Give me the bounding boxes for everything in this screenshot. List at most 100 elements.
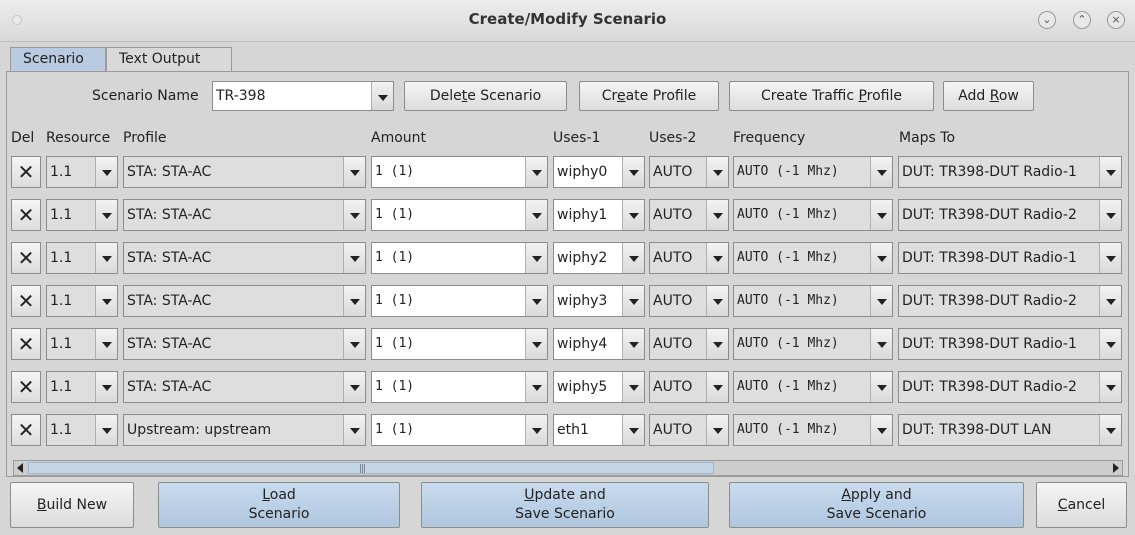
chevron-down-icon[interactable]: [706, 372, 728, 402]
uses-1-combo[interactable]: wiphy0: [553, 156, 645, 188]
amount-combo[interactable]: 1 (1): [371, 285, 548, 317]
frequency-combo[interactable]: AUTO (-1 Mhz): [733, 156, 893, 188]
chevron-down-icon[interactable]: [622, 157, 644, 187]
amount-combo[interactable]: 1 (1): [371, 199, 548, 231]
profile-combo[interactable]: STA: STA-AC: [123, 156, 366, 188]
uses-1-combo[interactable]: wiphy5: [553, 371, 645, 403]
chevron-down-icon[interactable]: [343, 243, 365, 273]
chevron-down-icon[interactable]: [870, 372, 892, 402]
chevron-down-icon[interactable]: [95, 200, 117, 230]
add-row-button[interactable]: Add Row: [943, 81, 1034, 111]
amount-combo[interactable]: 1 (1): [371, 371, 548, 403]
chevron-down-icon[interactable]: [1099, 157, 1121, 187]
chevron-down-icon[interactable]: [95, 243, 117, 273]
amount-combo[interactable]: 1 (1): [371, 328, 548, 360]
chevron-down-icon[interactable]: [622, 200, 644, 230]
profile-combo[interactable]: STA: STA-AC: [123, 242, 366, 274]
amount-combo[interactable]: 1 (1): [371, 156, 548, 188]
maps-to-combo[interactable]: DUT: TR398-DUT Radio-2: [898, 199, 1122, 231]
maps-to-combo[interactable]: DUT: TR398-DUT Radio-2: [898, 285, 1122, 317]
chevron-down-icon[interactable]: [1099, 372, 1121, 402]
frequency-combo[interactable]: AUTO (-1 Mhz): [733, 328, 893, 360]
chevron-down-icon[interactable]: [1099, 243, 1121, 273]
amount-combo[interactable]: 1 (1): [371, 414, 548, 446]
chevron-down-icon[interactable]: [343, 372, 365, 402]
uses-1-combo[interactable]: wiphy4: [553, 328, 645, 360]
tab-text-output[interactable]: Text Output: [106, 47, 232, 71]
amount-combo[interactable]: 1 (1): [371, 242, 548, 274]
maps-to-combo[interactable]: DUT: TR398-DUT Radio-1: [898, 328, 1122, 360]
close-icon[interactable]: ×: [1107, 11, 1125, 29]
frequency-combo[interactable]: AUTO (-1 Mhz): [733, 199, 893, 231]
chevron-down-icon[interactable]: [95, 372, 117, 402]
chevron-down-icon[interactable]: [525, 372, 547, 402]
uses-1-combo[interactable]: wiphy1: [553, 199, 645, 231]
uses-2-combo[interactable]: AUTO: [649, 328, 729, 360]
resource-combo[interactable]: 1.1: [46, 328, 118, 360]
uses-2-combo[interactable]: AUTO: [649, 199, 729, 231]
frequency-combo[interactable]: AUTO (-1 Mhz): [733, 285, 893, 317]
chevron-down-icon[interactable]: [622, 415, 644, 445]
chevron-down-icon[interactable]: [525, 157, 547, 187]
delete-row-icon[interactable]: ✕: [11, 371, 41, 403]
uses-2-combo[interactable]: AUTO: [649, 371, 729, 403]
delete-scenario-button[interactable]: Delete Scenario: [404, 81, 567, 111]
maps-to-combo[interactable]: DUT: TR398-DUT Radio-2: [898, 371, 1122, 403]
tab-scenario[interactable]: Scenario: [10, 47, 106, 71]
delete-row-icon[interactable]: ✕: [11, 414, 41, 446]
chevron-down-icon[interactable]: [371, 82, 393, 110]
chevron-down-icon[interactable]: [870, 415, 892, 445]
chevron-down-icon[interactable]: [525, 415, 547, 445]
uses-2-combo[interactable]: AUTO: [649, 242, 729, 274]
chevron-down-icon[interactable]: [706, 243, 728, 273]
chevron-down-icon[interactable]: [1099, 329, 1121, 359]
delete-row-icon[interactable]: ✕: [11, 156, 41, 188]
chevron-down-icon[interactable]: [622, 243, 644, 273]
chevron-down-icon[interactable]: [95, 415, 117, 445]
scenario-name-combo[interactable]: TR-398: [212, 81, 394, 111]
uses-2-combo[interactable]: AUTO: [649, 156, 729, 188]
build-new-button[interactable]: Build New: [10, 482, 134, 528]
minimize-icon[interactable]: ⌄: [1038, 11, 1056, 29]
frequency-combo[interactable]: AUTO (-1 Mhz): [733, 371, 893, 403]
chevron-down-icon[interactable]: [706, 157, 728, 187]
create-profile-button[interactable]: Create Profile: [579, 81, 719, 111]
chevron-down-icon[interactable]: [706, 415, 728, 445]
profile-combo[interactable]: STA: STA-AC: [123, 285, 366, 317]
chevron-down-icon[interactable]: [622, 372, 644, 402]
maps-to-combo[interactable]: DUT: TR398-DUT LAN: [898, 414, 1122, 446]
resource-combo[interactable]: 1.1: [46, 285, 118, 317]
chevron-down-icon[interactable]: [1099, 415, 1121, 445]
profile-combo[interactable]: STA: STA-AC: [123, 199, 366, 231]
chevron-down-icon[interactable]: [343, 415, 365, 445]
chevron-down-icon[interactable]: [95, 157, 117, 187]
profile-combo[interactable]: STA: STA-AC: [123, 328, 366, 360]
chevron-down-icon[interactable]: [343, 157, 365, 187]
delete-row-icon[interactable]: ✕: [11, 285, 41, 317]
resource-combo[interactable]: 1.1: [46, 414, 118, 446]
chevron-down-icon[interactable]: [525, 286, 547, 316]
create-traffic-profile-button[interactable]: Create Traffic Profile: [729, 81, 934, 111]
uses-1-combo[interactable]: eth1: [553, 414, 645, 446]
chevron-down-icon[interactable]: [870, 157, 892, 187]
chevron-down-icon[interactable]: [706, 286, 728, 316]
delete-row-icon[interactable]: ✕: [11, 242, 41, 274]
uses-1-combo[interactable]: wiphy3: [553, 285, 645, 317]
profile-combo[interactable]: STA: STA-AC: [123, 371, 366, 403]
uses-2-combo[interactable]: AUTO: [649, 285, 729, 317]
profile-combo[interactable]: Upstream: upstream: [123, 414, 366, 446]
frequency-combo[interactable]: AUTO (-1 Mhz): [733, 242, 893, 274]
chevron-down-icon[interactable]: [870, 329, 892, 359]
chevron-down-icon[interactable]: [706, 200, 728, 230]
chevron-down-icon[interactable]: [870, 286, 892, 316]
uses-2-combo[interactable]: AUTO: [649, 414, 729, 446]
chevron-down-icon[interactable]: [343, 200, 365, 230]
chevron-down-icon[interactable]: [1099, 286, 1121, 316]
uses-1-combo[interactable]: wiphy2: [553, 242, 645, 274]
chevron-down-icon[interactable]: [525, 243, 547, 273]
delete-row-icon[interactable]: ✕: [11, 328, 41, 360]
chevron-down-icon[interactable]: [622, 286, 644, 316]
horizontal-scrollbar[interactable]: |||: [13, 460, 1123, 476]
maximize-icon[interactable]: ⌃: [1073, 11, 1091, 29]
chevron-down-icon[interactable]: [870, 200, 892, 230]
